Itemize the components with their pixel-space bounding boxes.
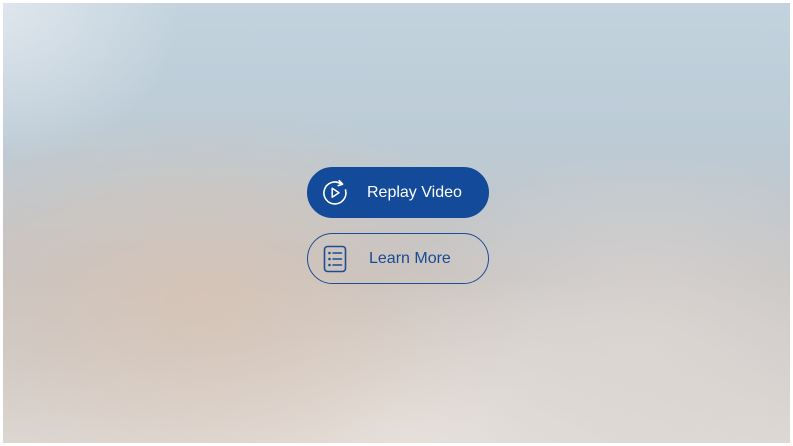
- learn-more-label: Learn More: [369, 249, 451, 267]
- replay-video-label: Replay Video: [367, 183, 462, 201]
- replay-icon: [318, 176, 352, 210]
- learn-more-button[interactable]: Learn More: [307, 233, 489, 284]
- list-icon: [318, 242, 352, 276]
- video-end-screen: Replay Video Learn More: [3, 3, 790, 443]
- replay-video-button[interactable]: Replay Video: [307, 167, 489, 218]
- end-screen-actions: Replay Video Learn More: [307, 167, 489, 284]
